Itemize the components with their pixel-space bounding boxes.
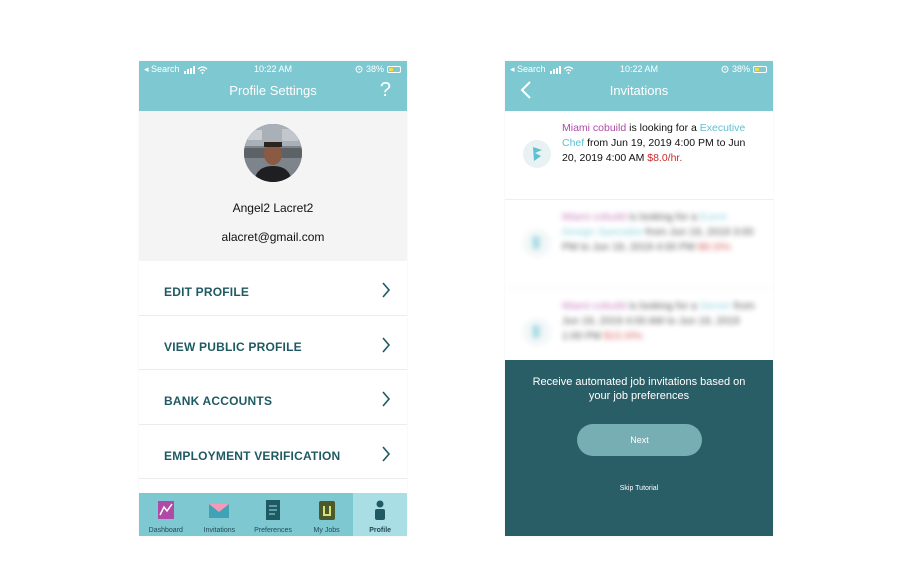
invitation-list: Miami cobuild is looking for a Executive… [505, 111, 773, 378]
invitation-item[interactable]: Miami cobuild is looking for a Event Des… [505, 200, 773, 289]
profile-name: Angel2 Lacret2 [232, 201, 314, 215]
alarm-icon [355, 65, 363, 73]
invitation-text: Miami cobuild is looking for a Executive… [562, 121, 762, 166]
battery-percent: 38% [365, 64, 384, 74]
pay-rate: $8.0/hr. [647, 152, 683, 164]
chevron-right-icon [382, 282, 391, 298]
invitation-mid: is looking for a [626, 300, 700, 312]
menu-label: BANK ACCOUNTS [164, 394, 273, 408]
status-bar: ◂ Search 10:22 AM 38% [505, 61, 773, 76]
tab-invitations[interactable]: Invitations [193, 493, 247, 536]
tab-bar: Dashboard Invitations Preferences My Job… [139, 493, 407, 536]
help-button[interactable]: ? [380, 79, 391, 102]
tab-my-jobs[interactable]: My Jobs [300, 493, 354, 536]
cobuild-logo-icon [523, 229, 551, 257]
status-right: 38% [721, 64, 767, 74]
envelope-icon [209, 504, 230, 518]
skip-tutorial-link[interactable]: Skip Tutorial [505, 485, 773, 492]
company-name: Miami cobuild [562, 122, 627, 134]
invitation-item[interactable]: Miami cobuild is looking for a Executive… [505, 111, 773, 200]
company-name: Miami cobuild [562, 211, 627, 223]
document-icon [265, 500, 280, 520]
cobuild-logo-icon [523, 140, 551, 168]
tutorial-overlay: Receive automated job invitations based … [505, 360, 773, 536]
status-right: 38% [355, 64, 401, 74]
menu-label: EMPLOYMENT VERIFICATION [164, 448, 341, 463]
invitation-text: Miami cobuild is looking for a Event Des… [562, 210, 762, 255]
chevron-right-icon [382, 336, 391, 353]
menu-label: VIEW PUBLIC PROFILE [164, 339, 302, 354]
tab-label: My Jobs [313, 527, 340, 534]
tutorial-text: Receive automated job invitations based … [532, 376, 746, 402]
view-public-profile-item[interactable]: VIEW PUBLIC PROFILE [139, 316, 407, 370]
menu-label: EDIT PROFILE [164, 285, 250, 299]
profile-settings-screen: ◂ Search 10:22 AM 38% Profile Settings ? [139, 61, 407, 536]
pay-rate: $15.0/hr. [604, 330, 645, 342]
tab-label: Invitations [203, 527, 236, 534]
invitation-mid: is looking for a [626, 211, 700, 223]
invitations-screen: ◂ Search 10:22 AM 38% Invitations Miami … [505, 61, 773, 536]
tab-label: Profile [369, 527, 392, 534]
job-role: Server [699, 300, 731, 312]
avatar-photo [244, 124, 302, 182]
battery-percent: 38% [731, 64, 750, 74]
alarm-icon [721, 65, 729, 73]
profile-email: alacret@gmail.com [221, 230, 325, 244]
employment-verification-item[interactable]: EMPLOYMENT VERIFICATION [139, 425, 407, 479]
dashboard-icon [157, 501, 174, 519]
tab-label: Dashboard [148, 527, 183, 534]
tab-dashboard[interactable]: Dashboard [139, 493, 193, 536]
tab-preferences[interactable]: Preferences [246, 493, 300, 536]
cobuild-logo-icon [523, 318, 551, 346]
pay-rate: $8.0/hr. [698, 241, 734, 253]
bank-accounts-item[interactable]: BANK ACCOUNTS [139, 370, 407, 425]
profile-summary: Angel2 Lacret2 alacret@gmail.com [139, 111, 407, 261]
invitation-mid: is looking for a [626, 122, 700, 134]
page-title: Profile Settings [229, 83, 317, 98]
invitation-text: Miami cobuild is looking for a Server fr… [562, 299, 762, 344]
briefcase-icon [318, 501, 335, 520]
header: ◂ Search 10:22 AM 38% Profile Settings ? [139, 61, 407, 111]
status-bar: ◂ Search 10:22 AM 38% [139, 61, 407, 76]
next-button[interactable]: Next [577, 424, 702, 456]
header: ◂ Search 10:22 AM 38% Invitations [505, 61, 773, 111]
edit-profile-item[interactable]: EDIT PROFILE [139, 261, 407, 316]
settings-menu: EDIT PROFILE VIEW PUBLIC PROFILE BANK AC… [139, 261, 407, 479]
tab-label: Preferences [254, 527, 292, 534]
chevron-right-icon [382, 445, 391, 462]
tab-profile[interactable]: Profile [353, 493, 407, 536]
chevron-right-icon [382, 391, 391, 407]
person-icon [375, 500, 386, 520]
page-title: Invitations [609, 83, 669, 98]
battery-icon [753, 65, 767, 73]
battery-icon [387, 65, 401, 73]
company-name: Miami cobuild [562, 300, 627, 312]
avatar[interactable] [244, 124, 302, 182]
